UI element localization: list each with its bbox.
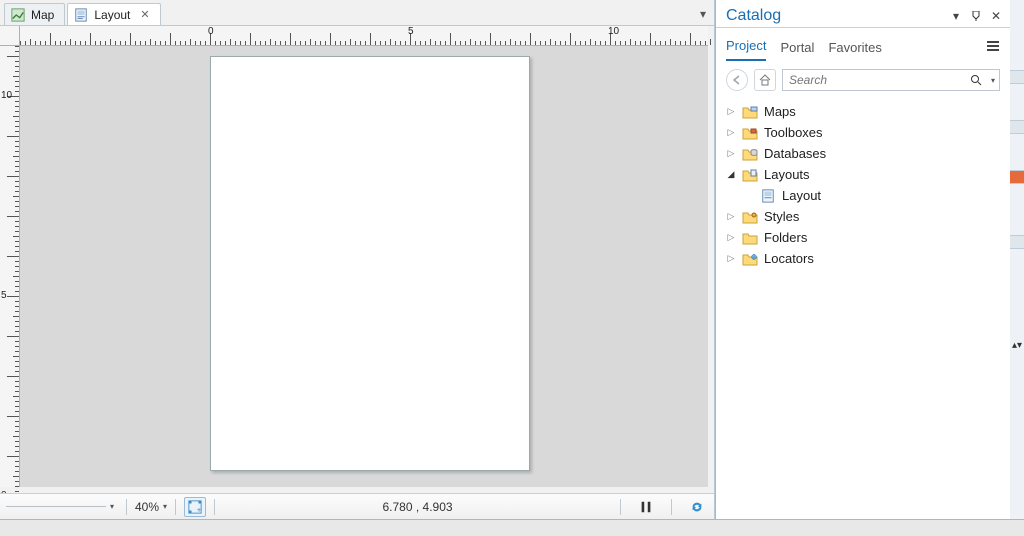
refresh-button[interactable]: [686, 497, 708, 517]
zoom-value: 40%: [135, 500, 159, 514]
folder-icon: [742, 105, 758, 119]
chevron-down-icon: ▾: [163, 502, 167, 511]
tree-label: Styles: [764, 209, 799, 224]
pause-drawing-button[interactable]: [635, 497, 657, 517]
svg-text:+: +: [197, 505, 202, 514]
catalog-tree: ▷ Maps ▷ Toolboxes ▷ Databases: [716, 99, 1010, 271]
tree-item-databases[interactable]: ▷ Databases: [722, 143, 1004, 164]
search-icon[interactable]: [965, 74, 987, 86]
tree-label: Toolboxes: [764, 125, 823, 140]
tab-map[interactable]: Map: [4, 3, 65, 25]
tree-item-layout-child[interactable]: Layout: [756, 185, 1004, 206]
close-panel-button[interactable]: ✕: [988, 8, 1004, 24]
tree-label: Maps: [764, 104, 796, 119]
docked-panel-stub[interactable]: [1010, 70, 1024, 84]
tab-map-label: Map: [31, 8, 54, 22]
cursor-coordinates: 6.780 , 4.903: [223, 500, 612, 514]
search-field[interactable]: ▾: [782, 69, 1000, 91]
autohide-button[interactable]: [968, 8, 984, 24]
catalog-search-row: ▾: [716, 61, 1010, 99]
home-button[interactable]: [754, 69, 776, 91]
layout-canvas[interactable]: [20, 46, 708, 487]
caret-down-icon: ◢: [726, 169, 736, 180]
caret-right-icon: ▷: [726, 253, 736, 264]
tree-item-locators[interactable]: ▷ Locators: [722, 248, 1004, 269]
caret-right-icon: ▷: [726, 106, 736, 117]
panel-options-button[interactable]: ▾: [948, 8, 964, 24]
catalog-header: Catalog ▾ ✕: [716, 0, 1010, 28]
catalog-tab-bar: Project Portal Favorites: [716, 28, 1010, 61]
close-icon[interactable]: ✕: [140, 8, 149, 21]
catalog-tab-portal[interactable]: Portal: [780, 40, 814, 61]
layout-icon: [760, 189, 776, 203]
layout-icon: [74, 8, 88, 22]
caret-right-icon: ▷: [726, 148, 736, 159]
catalog-menu-button[interactable]: [986, 40, 1000, 61]
ruler-horizontal[interactable]: 0510: [20, 26, 708, 46]
tree-label: Locators: [764, 251, 814, 266]
back-button[interactable]: [726, 69, 748, 91]
search-input[interactable]: [783, 73, 965, 87]
tree-label: Folders: [764, 230, 807, 245]
ruler-corner: [0, 26, 20, 46]
docked-panel-gutter: ▴▾: [1010, 0, 1024, 519]
docked-panel-stub[interactable]: [1010, 170, 1024, 184]
tab-overflow-button[interactable]: ▾: [692, 3, 714, 25]
layout-canvas-wrap: 0510 1050: [0, 26, 714, 493]
folder-icon: [742, 126, 758, 140]
folder-icon: [742, 147, 758, 161]
tree-label: Layouts: [764, 167, 810, 182]
layout-extent-button[interactable]: +: [184, 497, 206, 517]
tab-layout[interactable]: Layout ✕: [67, 3, 160, 25]
tree-item-folders[interactable]: ▷ Folders: [722, 227, 1004, 248]
caret-right-icon: ▷: [726, 211, 736, 222]
layout-page[interactable]: [210, 56, 530, 471]
ruler-vertical[interactable]: 1050: [0, 46, 20, 487]
status-bar: ▾ 40% ▾ + 6.780 , 4.903: [0, 493, 714, 519]
folder-icon: [742, 252, 758, 266]
caret-right-icon: ▷: [726, 232, 736, 243]
caret-right-icon: ▷: [726, 127, 736, 138]
catalog-panel: Catalog ▾ ✕ Project Portal Favorites: [715, 0, 1010, 519]
tree-item-maps[interactable]: ▷ Maps: [722, 101, 1004, 122]
zoom-control[interactable]: 40% ▾: [135, 500, 167, 514]
catalog-tab-favorites[interactable]: Favorites: [828, 40, 881, 61]
tree-item-layouts[interactable]: ◢ Layouts: [722, 164, 1004, 185]
tree-item-styles[interactable]: ▷ Styles: [722, 206, 1004, 227]
map-icon: [11, 8, 25, 22]
tree-label: Databases: [764, 146, 826, 161]
docked-panel-stub[interactable]: [1010, 120, 1024, 134]
tree-label: Layout: [782, 188, 821, 203]
tree-item-toolboxes[interactable]: ▷ Toolboxes: [722, 122, 1004, 143]
folder-icon: [742, 210, 758, 224]
search-dropdown[interactable]: ▾: [987, 76, 999, 85]
folder-icon: [742, 168, 758, 182]
catalog-tab-project[interactable]: Project: [726, 38, 766, 61]
folder-icon: [742, 231, 758, 245]
layout-view-pane: Map Layout ✕ ▾ 0510 1050: [0, 0, 715, 519]
catalog-title: Catalog: [726, 7, 944, 25]
scroll-indicator-icon: ▴▾: [1012, 340, 1022, 351]
tab-layout-label: Layout: [94, 8, 130, 22]
app-window: Map Layout ✕ ▾ 0510 1050: [0, 0, 1024, 520]
docked-panel-stub[interactable]: [1010, 235, 1024, 249]
view-tab-bar: Map Layout ✕ ▾: [0, 0, 714, 26]
